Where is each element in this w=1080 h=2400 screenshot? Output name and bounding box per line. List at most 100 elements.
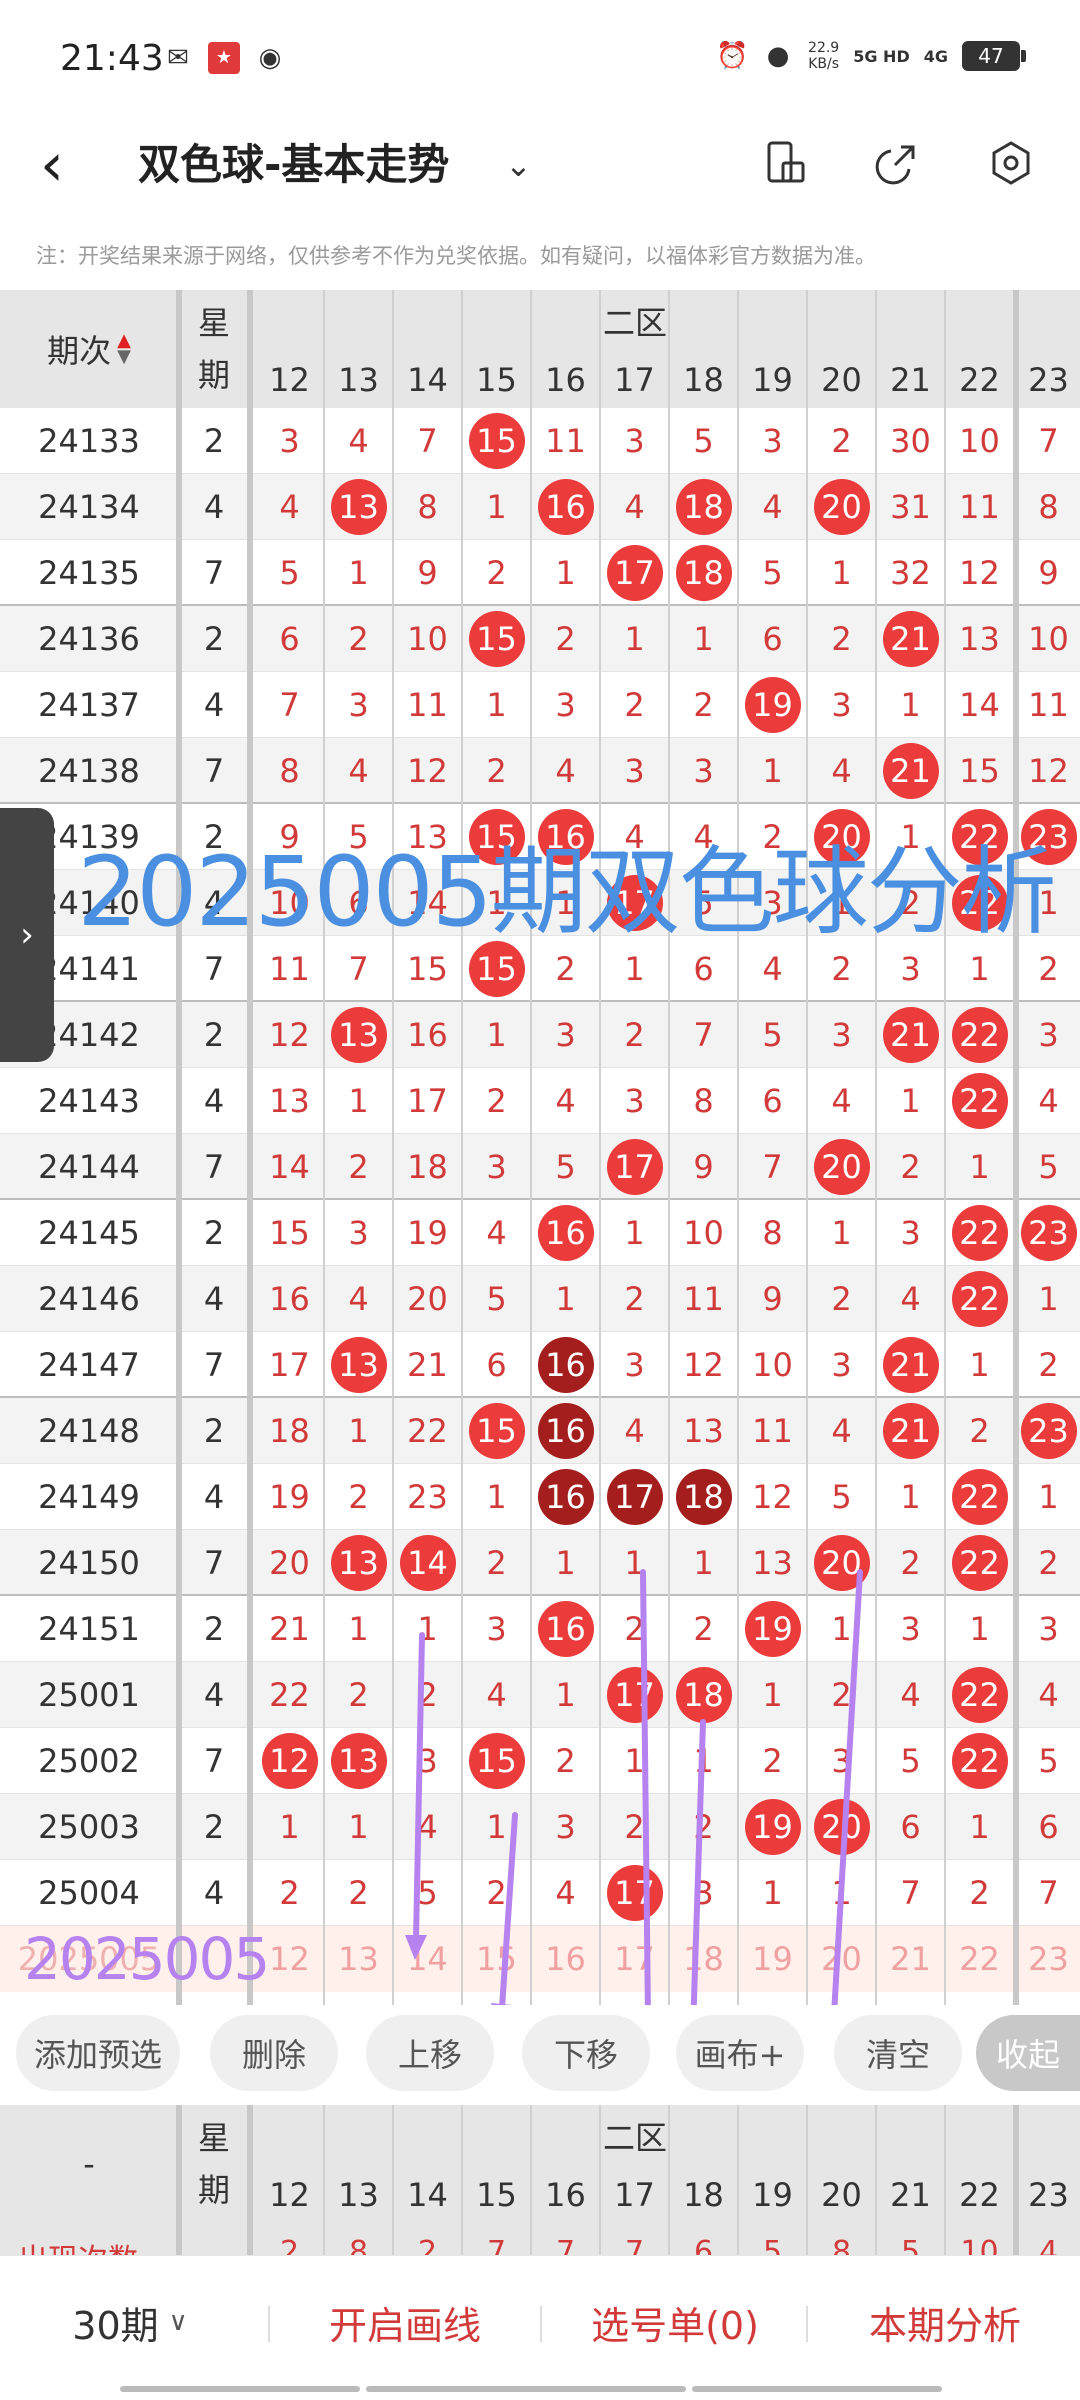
omission-count-cell[interactable]: 1 bbox=[324, 1398, 393, 1464]
omission-count-cell[interactable]: 1 bbox=[531, 540, 600, 606]
omission-count-cell[interactable]: 5 bbox=[462, 1266, 531, 1332]
omission-count-cell[interactable]: 18 bbox=[393, 1134, 462, 1200]
chevron-down-icon[interactable]: ⌄ bbox=[505, 140, 532, 190]
table-row[interactable]: 24138 7 8 4 12 2 4 3 3 1 4 21 15 12 bbox=[0, 738, 1080, 804]
drawn-number-ball[interactable]: 16 bbox=[531, 1332, 600, 1398]
omission-count-cell[interactable]: 4 bbox=[738, 474, 807, 540]
table-row[interactable]: 25004 4 2 2 5 2 4 17 3 1 1 7 2 7 bbox=[0, 1860, 1080, 1926]
omission-count-cell[interactable]: 1 bbox=[324, 540, 393, 606]
omission-count-cell[interactable]: 2 bbox=[669, 672, 738, 738]
prediction-number-cell[interactable]: 13 bbox=[324, 1926, 393, 1992]
table-row[interactable]: 25001 4 22 2 2 4 1 17 18 1 2 4 22 4 bbox=[0, 1662, 1080, 1728]
omission-count-cell[interactable]: 5 bbox=[255, 540, 324, 606]
omission-count-cell[interactable]: 12 bbox=[255, 1002, 324, 1068]
omission-count-cell[interactable]: 2 bbox=[462, 1068, 531, 1134]
omission-count-cell[interactable]: 10 bbox=[1014, 606, 1080, 672]
drawn-number-ball[interactable]: 19 bbox=[738, 1794, 807, 1860]
omission-count-cell[interactable]: 31 bbox=[876, 474, 945, 540]
omission-count-cell[interactable]: 3 bbox=[531, 1794, 600, 1860]
omission-count-cell[interactable]: 5 bbox=[669, 408, 738, 474]
omission-count-cell[interactable]: 1 bbox=[945, 1794, 1014, 1860]
omission-count-cell[interactable]: 3 bbox=[600, 408, 669, 474]
omission-count-cell[interactable]: 1 bbox=[1014, 1464, 1080, 1530]
table-row[interactable]: 24137 4 7 3 11 1 3 2 2 19 3 1 14 11 bbox=[0, 672, 1080, 738]
omission-count-cell[interactable]: 3 bbox=[807, 1728, 876, 1794]
omission-count-cell[interactable]: 18 bbox=[255, 1398, 324, 1464]
table-row[interactable]: 24145 2 15 3 19 4 16 1 10 8 1 3 22 23 bbox=[0, 1200, 1080, 1266]
omission-count-cell[interactable]: 4 bbox=[807, 1068, 876, 1134]
omission-count-cell[interactable]: 3 bbox=[669, 1860, 738, 1926]
omission-count-cell[interactable]: 2 bbox=[462, 540, 531, 606]
omission-count-cell[interactable]: 10 bbox=[669, 1200, 738, 1266]
omission-count-cell[interactable]: 3 bbox=[324, 1200, 393, 1266]
omission-count-cell[interactable]: 11 bbox=[531, 408, 600, 474]
omission-count-cell[interactable]: 2 bbox=[945, 1860, 1014, 1926]
sort-icon[interactable]: ▲ ▼ bbox=[117, 332, 131, 366]
drawn-number-ball[interactable]: 21 bbox=[876, 1332, 945, 1398]
omission-count-cell[interactable]: 2 bbox=[807, 1662, 876, 1728]
table-row[interactable]: 24151 2 21 1 1 3 16 2 2 19 1 3 1 3 bbox=[0, 1596, 1080, 1662]
omission-count-cell[interactable]: 5 bbox=[393, 1860, 462, 1926]
omission-count-cell[interactable]: 9 bbox=[669, 1134, 738, 1200]
omission-count-cell[interactable]: 10 bbox=[945, 408, 1014, 474]
omission-count-cell[interactable]: 1 bbox=[531, 1662, 600, 1728]
omission-count-cell[interactable]: 3 bbox=[807, 1332, 876, 1398]
prediction-number-cell[interactable]: 21 bbox=[876, 1926, 945, 1992]
table-row[interactable]: 24134 4 4 13 8 1 16 4 18 4 20 31 11 8 bbox=[0, 474, 1080, 540]
omission-count-cell[interactable]: 2 bbox=[876, 1134, 945, 1200]
omission-count-cell[interactable]: 12 bbox=[945, 540, 1014, 606]
omission-count-cell[interactable]: 16 bbox=[255, 1266, 324, 1332]
omission-count-cell[interactable]: 2 bbox=[531, 1728, 600, 1794]
omission-count-cell[interactable]: 2 bbox=[324, 1464, 393, 1530]
omission-count-cell[interactable]: 2 bbox=[807, 606, 876, 672]
drawn-number-ball[interactable]: 22 bbox=[945, 1002, 1014, 1068]
prediction-number-cell[interactable]: 16 bbox=[531, 1926, 600, 1992]
omission-count-cell[interactable]: 2 bbox=[738, 1728, 807, 1794]
omission-count-cell[interactable]: 1 bbox=[600, 606, 669, 672]
omission-count-cell[interactable]: 30 bbox=[876, 408, 945, 474]
omission-count-cell[interactable]: 3 bbox=[600, 1332, 669, 1398]
table-row[interactable]: 24150 7 20 13 14 2 1 1 1 13 20 2 22 2 bbox=[0, 1530, 1080, 1596]
omission-count-cell[interactable]: 11 bbox=[945, 474, 1014, 540]
omission-count-cell[interactable]: 5 bbox=[1014, 1728, 1080, 1794]
omission-count-cell[interactable]: 19 bbox=[255, 1464, 324, 1530]
drawn-number-ball[interactable]: 16 bbox=[531, 1398, 600, 1464]
omission-count-cell[interactable]: 8 bbox=[393, 474, 462, 540]
omission-count-cell[interactable]: 10 bbox=[738, 1332, 807, 1398]
table-row[interactable]: 24142 2 12 13 16 1 3 2 7 5 3 21 22 3 bbox=[0, 1002, 1080, 1068]
move-up-button[interactable]: 上移 bbox=[366, 2015, 494, 2091]
drawn-number-ball[interactable]: 22 bbox=[945, 1530, 1014, 1596]
omission-count-cell[interactable]: 10 bbox=[393, 606, 462, 672]
omission-count-cell[interactable]: 7 bbox=[669, 1002, 738, 1068]
omission-count-cell[interactable]: 1 bbox=[1014, 1266, 1080, 1332]
omission-count-cell[interactable]: 1 bbox=[531, 1266, 600, 1332]
omission-count-cell[interactable]: 4 bbox=[462, 1200, 531, 1266]
omission-count-cell[interactable]: 4 bbox=[1014, 1068, 1080, 1134]
omission-count-cell[interactable]: 12 bbox=[669, 1332, 738, 1398]
omission-count-cell[interactable]: 2 bbox=[462, 1530, 531, 1596]
omission-count-cell[interactable]: 3 bbox=[876, 1200, 945, 1266]
issue-column-header[interactable]: 期次 ▲ ▼ bbox=[0, 290, 178, 408]
period-selector[interactable]: 30期 ∨ bbox=[40, 2294, 220, 2350]
omission-count-cell[interactable]: 8 bbox=[669, 1068, 738, 1134]
drawn-number-ball[interactable]: 22 bbox=[945, 1464, 1014, 1530]
drawn-number-ball[interactable]: 19 bbox=[738, 672, 807, 738]
omission-count-cell[interactable]: 4 bbox=[807, 738, 876, 804]
omission-count-cell[interactable]: 7 bbox=[876, 1860, 945, 1926]
omission-count-cell[interactable]: 1 bbox=[462, 474, 531, 540]
prediction-number-cell[interactable]: 15 bbox=[462, 1926, 531, 1992]
move-down-button[interactable]: 下移 bbox=[522, 2015, 650, 2091]
omission-count-cell[interactable]: 1 bbox=[945, 1596, 1014, 1662]
omission-count-cell[interactable]: 4 bbox=[600, 1398, 669, 1464]
drawn-number-ball[interactable]: 16 bbox=[531, 474, 600, 540]
omission-count-cell[interactable]: 4 bbox=[876, 1266, 945, 1332]
drawn-number-ball[interactable]: 13 bbox=[324, 474, 393, 540]
collapse-button[interactable]: 收起 bbox=[976, 2015, 1080, 2091]
omission-count-cell[interactable]: 5 bbox=[1014, 1134, 1080, 1200]
omission-count-cell[interactable]: 2 bbox=[669, 1794, 738, 1860]
omission-count-cell[interactable]: 2 bbox=[600, 1794, 669, 1860]
omission-count-cell[interactable]: 20 bbox=[393, 1266, 462, 1332]
drawn-number-ball[interactable]: 17 bbox=[600, 1662, 669, 1728]
current-analysis-button[interactable]: 本期分析 bbox=[830, 2294, 1060, 2350]
drawn-number-ball[interactable]: 13 bbox=[324, 1002, 393, 1068]
